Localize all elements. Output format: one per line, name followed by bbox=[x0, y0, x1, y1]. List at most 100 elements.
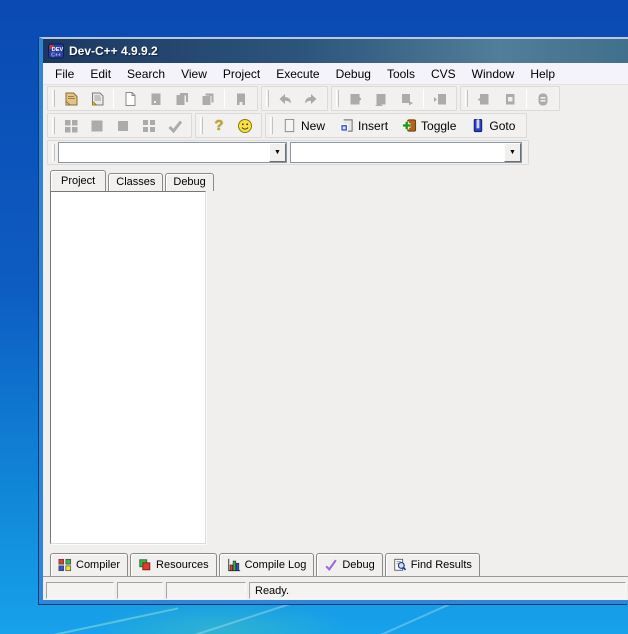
goto-label: Goto bbox=[489, 119, 515, 133]
new-project-button[interactable] bbox=[58, 87, 84, 110]
window-title: Dev-C++ 4.9.9.2 bbox=[69, 44, 158, 58]
project-tree[interactable] bbox=[50, 191, 206, 544]
dropdown-icon: ▼ bbox=[509, 149, 516, 156]
tab-debug[interactable]: Debug bbox=[165, 173, 213, 191]
member-combo-dropdown-button[interactable]: ▼ bbox=[504, 143, 521, 162]
menu-item-file[interactable]: File bbox=[47, 64, 82, 84]
open-project-icon bbox=[89, 91, 105, 107]
compile-button bbox=[342, 87, 368, 110]
new-source-icon bbox=[122, 91, 138, 107]
class-combo-dropdown-button[interactable]: ▼ bbox=[269, 143, 286, 162]
profile-button bbox=[497, 87, 523, 110]
status-pane-line bbox=[46, 582, 114, 599]
class-combo[interactable]: ▼ bbox=[58, 142, 287, 163]
goto-bookmark-button[interactable]: Goto bbox=[464, 114, 523, 137]
tab-debug-report[interactable]: Debug bbox=[316, 553, 382, 576]
toggle-label: Toggle bbox=[421, 119, 456, 133]
project-options-button bbox=[136, 114, 162, 137]
save-button bbox=[143, 87, 169, 110]
new-unit-button bbox=[58, 114, 84, 137]
about-smiley-icon bbox=[237, 118, 253, 134]
tab-find-results-label: Find Results bbox=[411, 559, 472, 571]
new-project-icon bbox=[63, 91, 79, 107]
rebuild-button bbox=[427, 87, 453, 110]
toolbar-gripper[interactable] bbox=[52, 117, 55, 134]
close-file-icon bbox=[233, 91, 249, 107]
compiler-tab-icon bbox=[58, 558, 72, 572]
specials-new-label: New bbox=[301, 119, 325, 133]
member-combo[interactable]: ▼ bbox=[290, 142, 522, 163]
menu-item-tools[interactable]: Tools bbox=[379, 64, 423, 84]
about-button[interactable] bbox=[232, 114, 258, 137]
titlebar[interactable]: DEV C++ Dev-C++ 4.9.9.2 bbox=[43, 39, 628, 63]
add-to-project-button bbox=[84, 114, 110, 137]
menu-item-window[interactable]: Window bbox=[464, 64, 523, 84]
specials-new-button[interactable]: New bbox=[276, 114, 333, 137]
toolbar-gripper[interactable] bbox=[336, 90, 339, 107]
syntax-check-button bbox=[162, 114, 188, 137]
menu-item-cvs[interactable]: CVS bbox=[423, 64, 464, 84]
redo-icon bbox=[303, 91, 319, 107]
svg-text:C++: C++ bbox=[51, 53, 61, 59]
new-source-button[interactable] bbox=[117, 87, 143, 110]
menu-item-view[interactable]: View bbox=[173, 64, 215, 84]
toolbar-band-debug bbox=[460, 86, 560, 111]
menu-item-project[interactable]: Project bbox=[215, 64, 268, 84]
menu-item-execute[interactable]: Execute bbox=[268, 64, 327, 84]
tab-classes[interactable]: Classes bbox=[108, 173, 163, 191]
toolbar-gripper[interactable] bbox=[465, 90, 468, 107]
goto-bookmark-icon bbox=[470, 118, 485, 133]
menu-item-help[interactable]: Help bbox=[522, 64, 563, 84]
menu-item-search[interactable]: Search bbox=[119, 64, 173, 84]
remove-from-project-icon bbox=[115, 118, 131, 134]
toolbar-separator bbox=[526, 89, 527, 108]
toolbar-band-edit bbox=[261, 86, 328, 111]
toggle-bookmark-icon bbox=[402, 118, 417, 133]
dropdown-icon: ▼ bbox=[274, 149, 281, 156]
profile-icon bbox=[502, 91, 518, 107]
insert-icon bbox=[339, 118, 354, 133]
toolbar-gripper[interactable] bbox=[266, 90, 269, 107]
tab-debug-report-label: Debug bbox=[342, 559, 374, 571]
menu-item-edit[interactable]: Edit bbox=[82, 64, 119, 84]
dev-cpp-logo-icon[interactable]: DEV C++ bbox=[48, 43, 64, 59]
toggle-bookmark-button[interactable]: Toggle bbox=[396, 114, 464, 137]
toolbar-band-help: ? bbox=[195, 113, 262, 138]
new-unit-icon bbox=[63, 118, 79, 134]
toolbar-separator bbox=[113, 89, 114, 108]
toolbar-gripper[interactable] bbox=[200, 117, 203, 134]
tab-find-results[interactable]: Find Results bbox=[385, 553, 480, 576]
tab-compiler[interactable]: Compiler bbox=[50, 553, 128, 576]
toolbar-gripper[interactable] bbox=[270, 117, 273, 134]
syntax-check-icon bbox=[167, 118, 183, 134]
compile-log-tab-icon bbox=[227, 558, 241, 572]
tab-resources[interactable]: Resources bbox=[130, 553, 217, 576]
status-pane-lines bbox=[166, 582, 246, 599]
left-tab-bar: Project Classes Debug bbox=[50, 170, 628, 191]
toolbar-gripper[interactable] bbox=[52, 90, 55, 107]
save-all-button bbox=[195, 87, 221, 110]
tab-compiler-label: Compiler bbox=[76, 559, 120, 571]
toolbar-separator bbox=[224, 89, 225, 108]
new-source-icon bbox=[282, 118, 297, 133]
tab-resources-label: Resources bbox=[156, 559, 209, 571]
toolbar-band-combos: ▼ ▼ bbox=[47, 140, 529, 165]
member-combo-input[interactable] bbox=[291, 143, 504, 162]
undo-button bbox=[272, 87, 298, 110]
save-as-icon bbox=[174, 91, 190, 107]
status-pane-message: Ready. bbox=[249, 582, 626, 599]
class-combo-input[interactable] bbox=[59, 143, 269, 162]
close-button bbox=[228, 87, 254, 110]
toolbar-separator bbox=[423, 89, 424, 108]
open-project-button[interactable] bbox=[84, 87, 110, 110]
menu-item-debug[interactable]: Debug bbox=[328, 64, 379, 84]
help-button[interactable]: ? bbox=[206, 114, 232, 137]
tab-project[interactable]: Project bbox=[50, 170, 106, 191]
toolbar-class-browser: ▼ ▼ bbox=[43, 139, 628, 166]
toolbar-band-goto: New Insert bbox=[265, 113, 527, 138]
save-all-icon bbox=[200, 91, 216, 107]
delete-profiling-icon bbox=[535, 91, 551, 107]
tab-compile-log[interactable]: Compile Log bbox=[219, 553, 315, 576]
insert-button[interactable]: Insert bbox=[333, 114, 396, 137]
toolbar-gripper[interactable] bbox=[52, 144, 55, 161]
